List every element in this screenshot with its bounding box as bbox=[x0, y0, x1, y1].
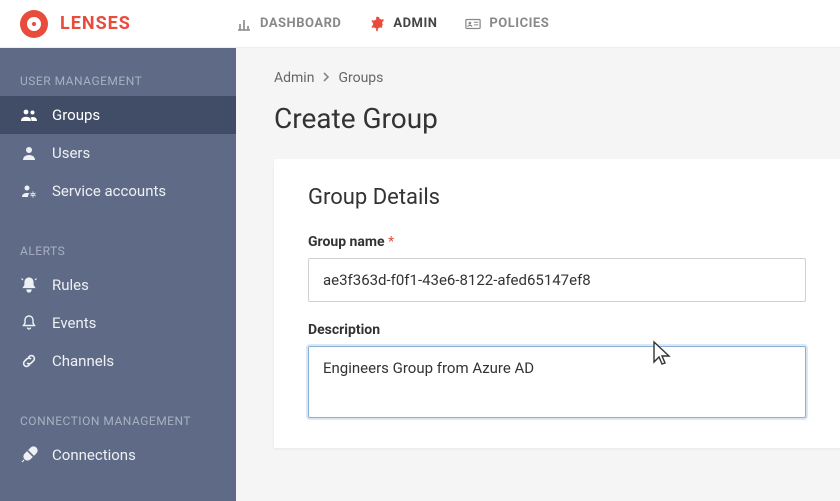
link-icon bbox=[20, 352, 38, 370]
group-details-card: Group Details Group name * Description bbox=[274, 159, 840, 448]
sidebar-heading-alerts: ALERTS bbox=[0, 236, 236, 266]
nav-admin-label: ADMIN bbox=[393, 16, 437, 31]
nav-dashboard-label: DASHBOARD bbox=[260, 16, 341, 31]
sidebar-item-service-accounts[interactable]: Service accounts bbox=[0, 172, 236, 210]
sidebar-groups-label: Groups bbox=[52, 106, 100, 124]
sidebar-item-connections[interactable]: Connections bbox=[0, 436, 236, 474]
group-name-input[interactable] bbox=[308, 258, 806, 302]
users-group-icon bbox=[20, 106, 38, 124]
nav-dashboard[interactable]: DASHBOARD bbox=[236, 16, 341, 32]
sidebar-rules-label: Rules bbox=[52, 276, 89, 294]
cog-user-icon bbox=[20, 182, 38, 200]
sidebar-heading-connection-management: CONNECTION MANAGEMENT bbox=[0, 406, 236, 436]
sidebar-item-groups[interactable]: Groups bbox=[0, 96, 236, 134]
sidebar: USER MANAGEMENT Groups Users Service acc… bbox=[0, 48, 236, 501]
chevron-right-icon bbox=[322, 70, 330, 86]
breadcrumb-groups[interactable]: Groups bbox=[338, 70, 383, 86]
page-title: Create Group bbox=[274, 102, 840, 135]
brand-name: LENSES bbox=[60, 13, 131, 34]
nav-policies[interactable]: POLICIES bbox=[465, 16, 549, 32]
sidebar-channels-label: Channels bbox=[52, 352, 114, 370]
description-label: Description bbox=[308, 322, 806, 338]
sidebar-item-rules[interactable]: Rules bbox=[0, 266, 236, 304]
id-card-icon bbox=[465, 16, 481, 32]
card-title: Group Details bbox=[308, 185, 806, 210]
nav-admin[interactable]: ADMIN bbox=[369, 16, 437, 32]
brand-logo-icon bbox=[20, 10, 48, 38]
sidebar-events-label: Events bbox=[52, 314, 96, 332]
sidebar-item-events[interactable]: Events bbox=[0, 304, 236, 342]
sidebar-service-accounts-label: Service accounts bbox=[52, 182, 166, 200]
bell-icon bbox=[20, 314, 38, 332]
bar-chart-icon bbox=[236, 16, 252, 32]
plug-icon bbox=[20, 446, 38, 464]
breadcrumb-admin[interactable]: Admin bbox=[274, 70, 314, 86]
group-name-label: Group name * bbox=[308, 234, 806, 250]
sidebar-item-channels[interactable]: Channels bbox=[0, 342, 236, 380]
nav-policies-label: POLICIES bbox=[489, 16, 549, 31]
description-textarea[interactable] bbox=[308, 346, 806, 418]
gear-icon bbox=[369, 16, 385, 32]
sidebar-item-users[interactable]: Users bbox=[0, 134, 236, 172]
sidebar-connections-label: Connections bbox=[52, 446, 136, 464]
breadcrumb: Admin Groups bbox=[274, 70, 840, 86]
user-icon bbox=[20, 144, 38, 162]
sidebar-heading-user-management: USER MANAGEMENT bbox=[0, 66, 236, 96]
bell-alert-icon bbox=[20, 276, 38, 294]
sidebar-users-label: Users bbox=[52, 144, 90, 162]
